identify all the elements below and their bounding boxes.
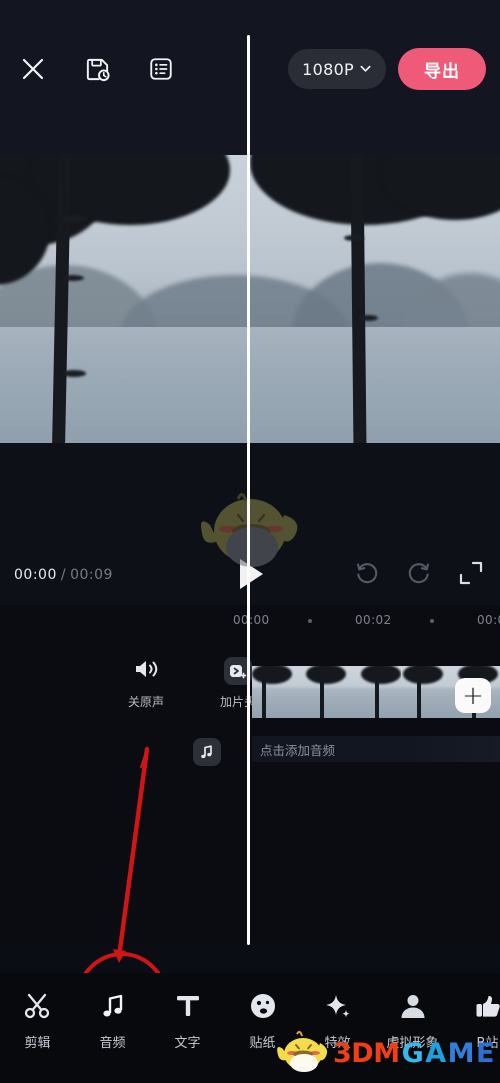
toolbar-label-text: 文字 bbox=[174, 1036, 201, 1051]
timeline-ruler[interactable]: 00:00 00:02 00:0 bbox=[0, 605, 500, 637]
fullscreen-expand-icon[interactable] bbox=[458, 560, 484, 590]
toolbar-label-audio: 音频 bbox=[99, 1036, 126, 1051]
chevron-down-icon bbox=[359, 60, 372, 79]
preview-branch bbox=[62, 215, 88, 222]
toolbar-item-avatar[interactable]: 虚拟形象 bbox=[375, 989, 450, 1051]
bottom-toolbar: 剪辑 音频 文字 贴纸 特效 虚拟形象 B站 bbox=[0, 973, 500, 1083]
toolbar-item-text[interactable]: 文字 bbox=[150, 989, 225, 1051]
top-bar: 1080P 导出 bbox=[0, 0, 500, 155]
preview-branch bbox=[358, 315, 378, 321]
toolbar-item-sticker[interactable]: 贴纸 bbox=[225, 989, 300, 1051]
add-intro-label: 加片头 bbox=[219, 695, 256, 709]
time-separator: / bbox=[60, 567, 67, 583]
ruler-dot bbox=[430, 619, 434, 623]
export-label: 导出 bbox=[424, 61, 460, 82]
player-control-bar: 00:00/00:09 bbox=[0, 455, 500, 605]
timeline-panel[interactable]: 00:00 00:02 00:0 关原声 bbox=[0, 605, 500, 945]
music-note-square-icon[interactable] bbox=[193, 738, 221, 766]
mute-original-audio-button[interactable]: 关原声 bbox=[118, 657, 174, 710]
toolbar-label-sticker: 贴纸 bbox=[249, 1036, 276, 1051]
timecode-display: 00:00/00:09 bbox=[14, 567, 113, 583]
player-right-controls bbox=[354, 560, 484, 590]
video-preview[interactable] bbox=[0, 155, 500, 455]
audio-track-placeholder[interactable]: 点击添加音频 bbox=[252, 736, 500, 762]
save-draft-clock-icon[interactable] bbox=[76, 48, 118, 90]
thumbs-up-icon bbox=[473, 989, 500, 1023]
toolbar-label-avatar: 虚拟形象 bbox=[386, 1036, 439, 1051]
sticker-face-icon bbox=[248, 989, 278, 1023]
text-t-icon bbox=[173, 989, 203, 1023]
toolbar-label-effects: 特效 bbox=[324, 1036, 351, 1051]
music-note-icon bbox=[98, 989, 128, 1023]
ruler-tick: 00:0 bbox=[477, 613, 500, 627]
ruler-tick: 00:00 bbox=[233, 613, 270, 627]
undo-arrow-icon[interactable] bbox=[354, 560, 380, 590]
playhead-line[interactable] bbox=[247, 35, 250, 945]
video-thumbnail[interactable] bbox=[400, 666, 451, 718]
preview-branch bbox=[62, 275, 84, 281]
ruler-tick: 00:02 bbox=[355, 613, 392, 627]
toolbar-label-edit: 剪辑 bbox=[24, 1036, 51, 1051]
top-bar-left-actions bbox=[12, 48, 182, 90]
timeline-left-tools: 关原声 加片头 bbox=[118, 657, 266, 710]
preview-lake bbox=[0, 327, 500, 455]
toolbar-item-bilibili[interactable]: B站 bbox=[450, 989, 500, 1051]
preview-branch bbox=[62, 370, 86, 377]
preview-branch bbox=[344, 235, 364, 241]
toolbar-label-bilibili: B站 bbox=[476, 1036, 499, 1051]
toolbar-item-edit[interactable]: 剪辑 bbox=[0, 989, 75, 1051]
total-time: 00:09 bbox=[70, 567, 113, 583]
video-thumbnail[interactable] bbox=[351, 666, 401, 718]
mute-original-audio-label: 关原声 bbox=[127, 695, 164, 709]
video-thumbnail[interactable] bbox=[252, 666, 302, 718]
current-time: 00:00 bbox=[14, 567, 57, 583]
add-clip-button[interactable]: + bbox=[455, 678, 491, 713]
toolbar-item-effects[interactable]: 特效 bbox=[300, 989, 375, 1051]
ruler-dot bbox=[308, 619, 312, 623]
preview-letterbox bbox=[0, 443, 500, 455]
resolution-label: 1080P bbox=[302, 59, 354, 79]
editor-screen: 1080P 导出 00:00 / 00:09 00:00 00:02 00: 关… bbox=[0, 0, 500, 1083]
scissors-icon bbox=[23, 989, 53, 1023]
person-avatar-icon bbox=[398, 989, 428, 1023]
redo-arrow-icon[interactable] bbox=[406, 560, 432, 590]
toolbar-item-audio[interactable]: 音频 bbox=[75, 989, 150, 1051]
audio-track-label: 点击添加音频 bbox=[260, 742, 336, 758]
list-menu-icon[interactable] bbox=[140, 48, 182, 90]
export-button[interactable]: 导出 bbox=[398, 48, 486, 90]
plus-icon: + bbox=[462, 680, 484, 711]
video-thumbnail[interactable] bbox=[301, 666, 352, 718]
sparkle-star-icon bbox=[323, 989, 353, 1023]
top-bar-right-actions: 1080P 导出 bbox=[288, 48, 486, 90]
resolution-selector[interactable]: 1080P bbox=[288, 49, 386, 89]
close-x-icon[interactable] bbox=[12, 48, 54, 90]
play-triangle-icon[interactable] bbox=[236, 557, 266, 591]
speaker-mute-icon bbox=[133, 657, 159, 685]
